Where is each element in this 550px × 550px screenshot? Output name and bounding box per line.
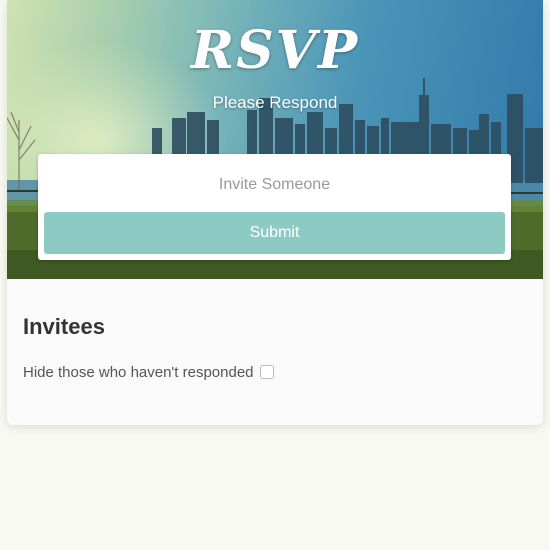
hide-unresponded-filter[interactable]: Hide those who haven't responded: [23, 362, 274, 382]
invite-form: Submit: [38, 154, 511, 260]
invite-input[interactable]: [44, 160, 505, 210]
app-title: RSVP: [190, 20, 360, 81]
hide-unresponded-label: Hide those who haven't responded: [23, 363, 254, 381]
invitees-heading: Invitees: [23, 314, 105, 339]
app-subtitle: Please Respond: [212, 93, 338, 112]
hero-header: RSVP Please Respond Submit: [7, 0, 543, 279]
rsvp-app: RSVP Please Respond Submit Invitees Hide…: [7, 0, 543, 425]
submit-button[interactable]: Submit: [44, 212, 505, 254]
hide-unresponded-checkbox[interactable]: [259, 365, 274, 379]
